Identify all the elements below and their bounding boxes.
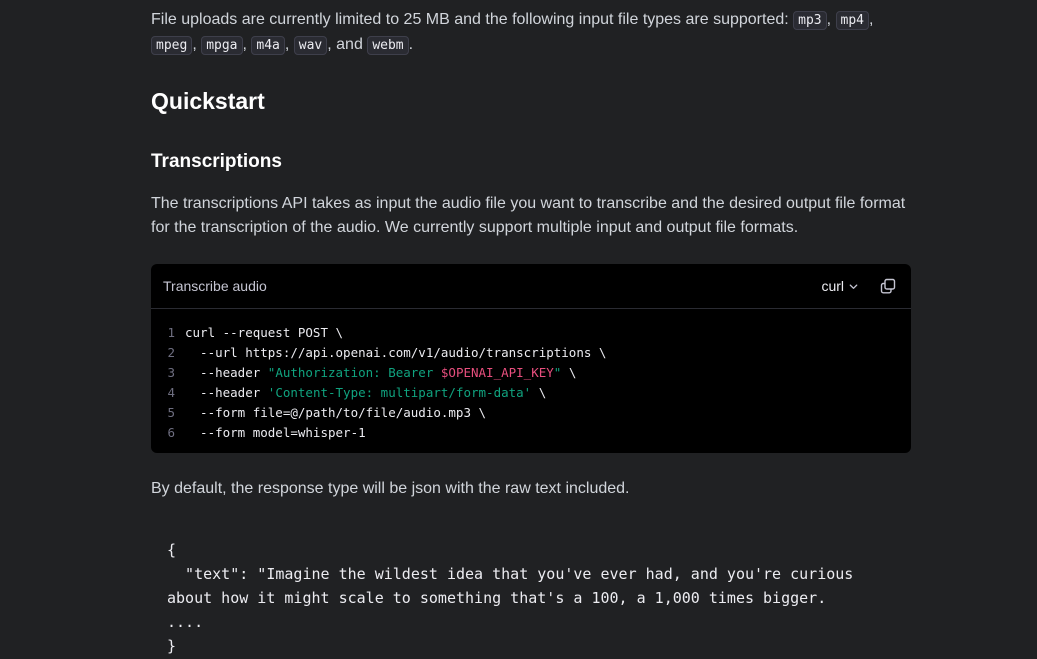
code-line: 4 --header 'Content-Type: multipart/form…: [151, 383, 911, 403]
filetype-code: mp3: [793, 11, 827, 30]
code-line: 5 --form file=@/path/to/file/audio.mp3 \: [151, 403, 911, 423]
response-description: By default, the response type will be js…: [151, 480, 630, 497]
code-token: --form model=whisper-1: [185, 425, 366, 440]
code-token: \: [561, 365, 577, 380]
and-word: and: [336, 36, 363, 53]
transcriptions-heading: Transcriptions: [151, 151, 282, 172]
code-token: ": [553, 365, 562, 380]
code-line: 6 --form model=whisper-1: [151, 423, 911, 443]
code-block-title: Transcribe audio: [163, 278, 267, 294]
code-block-header: Transcribe audio curl: [151, 264, 911, 309]
intro-paragraph: File uploads are currently limited to 25…: [151, 11, 874, 55]
copy-button[interactable]: [877, 275, 899, 297]
code-block: Transcribe audio curl 1 curl --request PO…: [151, 264, 911, 453]
code-line: 1 curl --request POST \: [151, 323, 911, 343]
transcriptions-description: The transcriptions API takes as input th…: [151, 195, 906, 236]
line-number: 4: [167, 385, 175, 400]
filetype-code: mpeg: [151, 36, 193, 55]
copy-icon: [880, 278, 896, 294]
code-token: --form file=@/path/to/file/audio.mp3 \: [185, 405, 487, 420]
line-number: 6: [167, 425, 175, 440]
filetype-code: webm: [367, 36, 409, 55]
intro-text: File uploads are currently limited to 25…: [151, 11, 789, 28]
line-number: 1: [167, 325, 175, 340]
code-block-controls: curl: [821, 275, 899, 297]
code-line: 3 --header "Authorization: Bearer $OPENA…: [151, 363, 911, 383]
json-response-example: { "text": "Imagine the wildest idea that…: [167, 541, 854, 655]
line-number: 5: [167, 405, 175, 420]
code-token: 'Content-Type: multipart/form-data': [267, 385, 532, 400]
code-token: curl --request POST \: [185, 325, 344, 340]
language-selector[interactable]: curl: [821, 278, 859, 294]
code-token: --url https://api.openai.com/v1/audio/tr…: [185, 345, 607, 360]
code-line: 2 --url https://api.openai.com/v1/audio/…: [151, 343, 911, 363]
quickstart-heading: Quickstart: [151, 88, 265, 114]
chevron-down-icon: [849, 283, 858, 289]
filetype-code: mp4: [835, 11, 869, 30]
code-token: "Authorization: Bearer: [267, 365, 441, 380]
code-token: --header: [185, 365, 268, 380]
code-token: $OPENAI_API_KEY: [440, 365, 554, 380]
code-token: --header: [185, 385, 268, 400]
filetype-code: wav: [293, 36, 328, 55]
code-token: \: [531, 385, 547, 400]
filetype-code: mpga: [201, 36, 243, 55]
language-label: curl: [821, 278, 844, 294]
line-number: 3: [167, 365, 175, 380]
line-number: 2: [167, 345, 175, 360]
code-lines: 1 curl --request POST \ 2 --url https://ap…: [151, 309, 911, 443]
filetype-code: m4a: [251, 36, 285, 55]
